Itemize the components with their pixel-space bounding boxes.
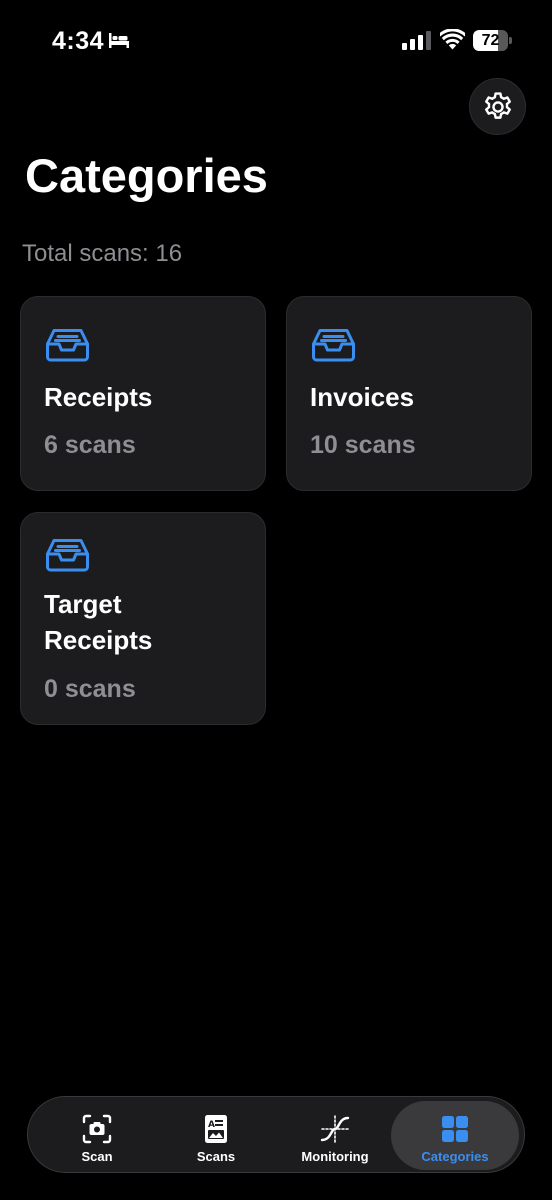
- tab-label: Categories: [421, 1149, 489, 1164]
- cellular-signal-icon: [402, 31, 431, 50]
- curve-chart-icon: [320, 1115, 350, 1143]
- category-count: 10 scans: [310, 431, 416, 459]
- category-name: Invoices: [310, 382, 415, 412]
- battery-level: 72: [481, 32, 500, 49]
- status-bar: 4:34 72: [0, 0, 552, 84]
- category-name: Receipts: [44, 382, 153, 412]
- tab-label: Scans: [196, 1149, 236, 1164]
- category-count: 0 scans: [44, 675, 136, 703]
- wifi-icon: [440, 29, 465, 50]
- camera-viewfinder-icon: [82, 1114, 112, 1144]
- tray-icon: [46, 539, 89, 572]
- tray-icon: [312, 329, 355, 362]
- tab-label: Scan: [81, 1149, 113, 1164]
- gear-icon: [484, 91, 511, 119]
- tab-categories[interactable]: Categories: [391, 1101, 519, 1170]
- bed-icon: [109, 33, 129, 48]
- tab-scan[interactable]: Scan: [38, 1101, 156, 1170]
- grid-icon: [442, 1116, 468, 1142]
- category-card-receipts[interactable]: Receipts 6 scans: [20, 296, 266, 491]
- tab-label: Monitoring: [301, 1149, 369, 1164]
- battery-cap: [509, 37, 512, 44]
- category-card-invoices[interactable]: Invoices 10 scans: [286, 296, 532, 491]
- battery-indicator: 72: [473, 30, 513, 51]
- total-scans-label: Total scans: 16: [22, 240, 183, 267]
- category-card-target-receipts[interactable]: Target Receipts 0 scans: [20, 512, 266, 725]
- document-icon: A: [205, 1115, 227, 1143]
- tab-bar: Scan A Scans Monitoring Categories: [27, 1096, 525, 1173]
- svg-text:A: A: [208, 1120, 215, 1130]
- category-count: 6 scans: [44, 431, 136, 459]
- settings-button[interactable]: [469, 78, 526, 135]
- tab-scans[interactable]: A Scans: [157, 1101, 275, 1170]
- category-name: Target Receipts: [44, 589, 153, 655]
- tray-icon: [46, 329, 89, 362]
- status-time: 4:34: [52, 27, 105, 55]
- tab-monitoring[interactable]: Monitoring: [276, 1101, 394, 1170]
- page-title: Categories: [25, 149, 268, 202]
- categories-screen: 4:34 72 Categories Total scans: 16 Recei…: [0, 0, 552, 1200]
